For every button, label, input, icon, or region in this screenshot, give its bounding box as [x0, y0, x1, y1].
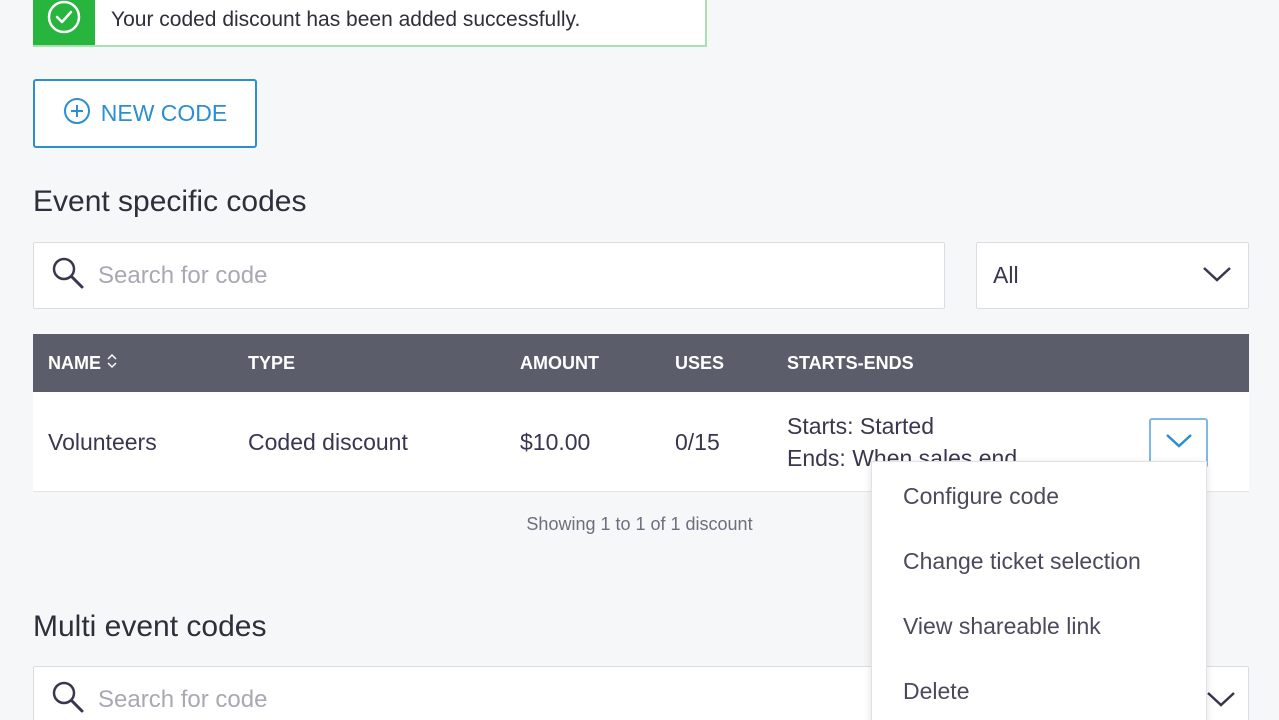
event-codes-search-input[interactable]: [98, 261, 898, 290]
menu-item-change-ticket-selection[interactable]: Change ticket selection: [872, 529, 1206, 594]
toast-message: Your coded discount has been added succe…: [111, 7, 581, 31]
column-header-name-label: NAME: [48, 352, 101, 373]
event-codes-filter-select[interactable]: All: [976, 242, 1249, 309]
new-code-label: NEW CODE: [100, 100, 228, 126]
codes-table-header: NAME TYPE AMOUNT USES STARTS-ENDS: [33, 334, 1249, 392]
cell-name: Volunteers: [48, 428, 157, 455]
multi-event-codes-title: Multi event codes: [33, 610, 267, 643]
cell-uses: 0/15: [675, 428, 720, 455]
cell-type: Coded discount: [248, 428, 408, 455]
new-code-button[interactable]: NEW CODE: [33, 79, 257, 148]
column-header-uses: USES: [675, 352, 725, 373]
row-actions-menu: Configure code Change ticket selection V…: [871, 461, 1207, 720]
search-icon: [50, 255, 86, 296]
chevron-down-icon: [1164, 432, 1194, 455]
chevron-down-icon: [1206, 690, 1236, 713]
column-header-name[interactable]: NAME: [48, 334, 117, 392]
plus-circle-icon: [63, 97, 91, 131]
cell-amount: $10.00: [520, 428, 591, 455]
menu-item-view-shareable-link[interactable]: View shareable link: [872, 594, 1206, 659]
cell-starts: Starts: Started: [787, 413, 935, 439]
event-codes-title: Event specific codes: [33, 185, 307, 218]
column-header-type: TYPE: [248, 352, 296, 373]
toast-icon-container: [33, 0, 95, 45]
menu-item-delete[interactable]: Delete: [872, 659, 1206, 720]
multi-event-codes-search-input[interactable]: [98, 685, 898, 714]
event-codes-search[interactable]: [33, 242, 945, 309]
search-icon: [50, 679, 86, 720]
column-header-starts-ends: STARTS-ENDS: [787, 352, 914, 373]
column-header-amount: AMOUNT: [520, 352, 599, 373]
sort-icon: [107, 353, 117, 374]
menu-item-configure-code[interactable]: Configure code: [872, 464, 1206, 529]
chevron-down-icon: [1202, 262, 1232, 289]
filter-value: All: [993, 262, 1019, 288]
discount-codes-page: Your coded discount has been added succe…: [0, 0, 1279, 720]
check-circle-icon: [47, 0, 81, 39]
success-toast: Your coded discount has been added succe…: [33, 0, 707, 47]
